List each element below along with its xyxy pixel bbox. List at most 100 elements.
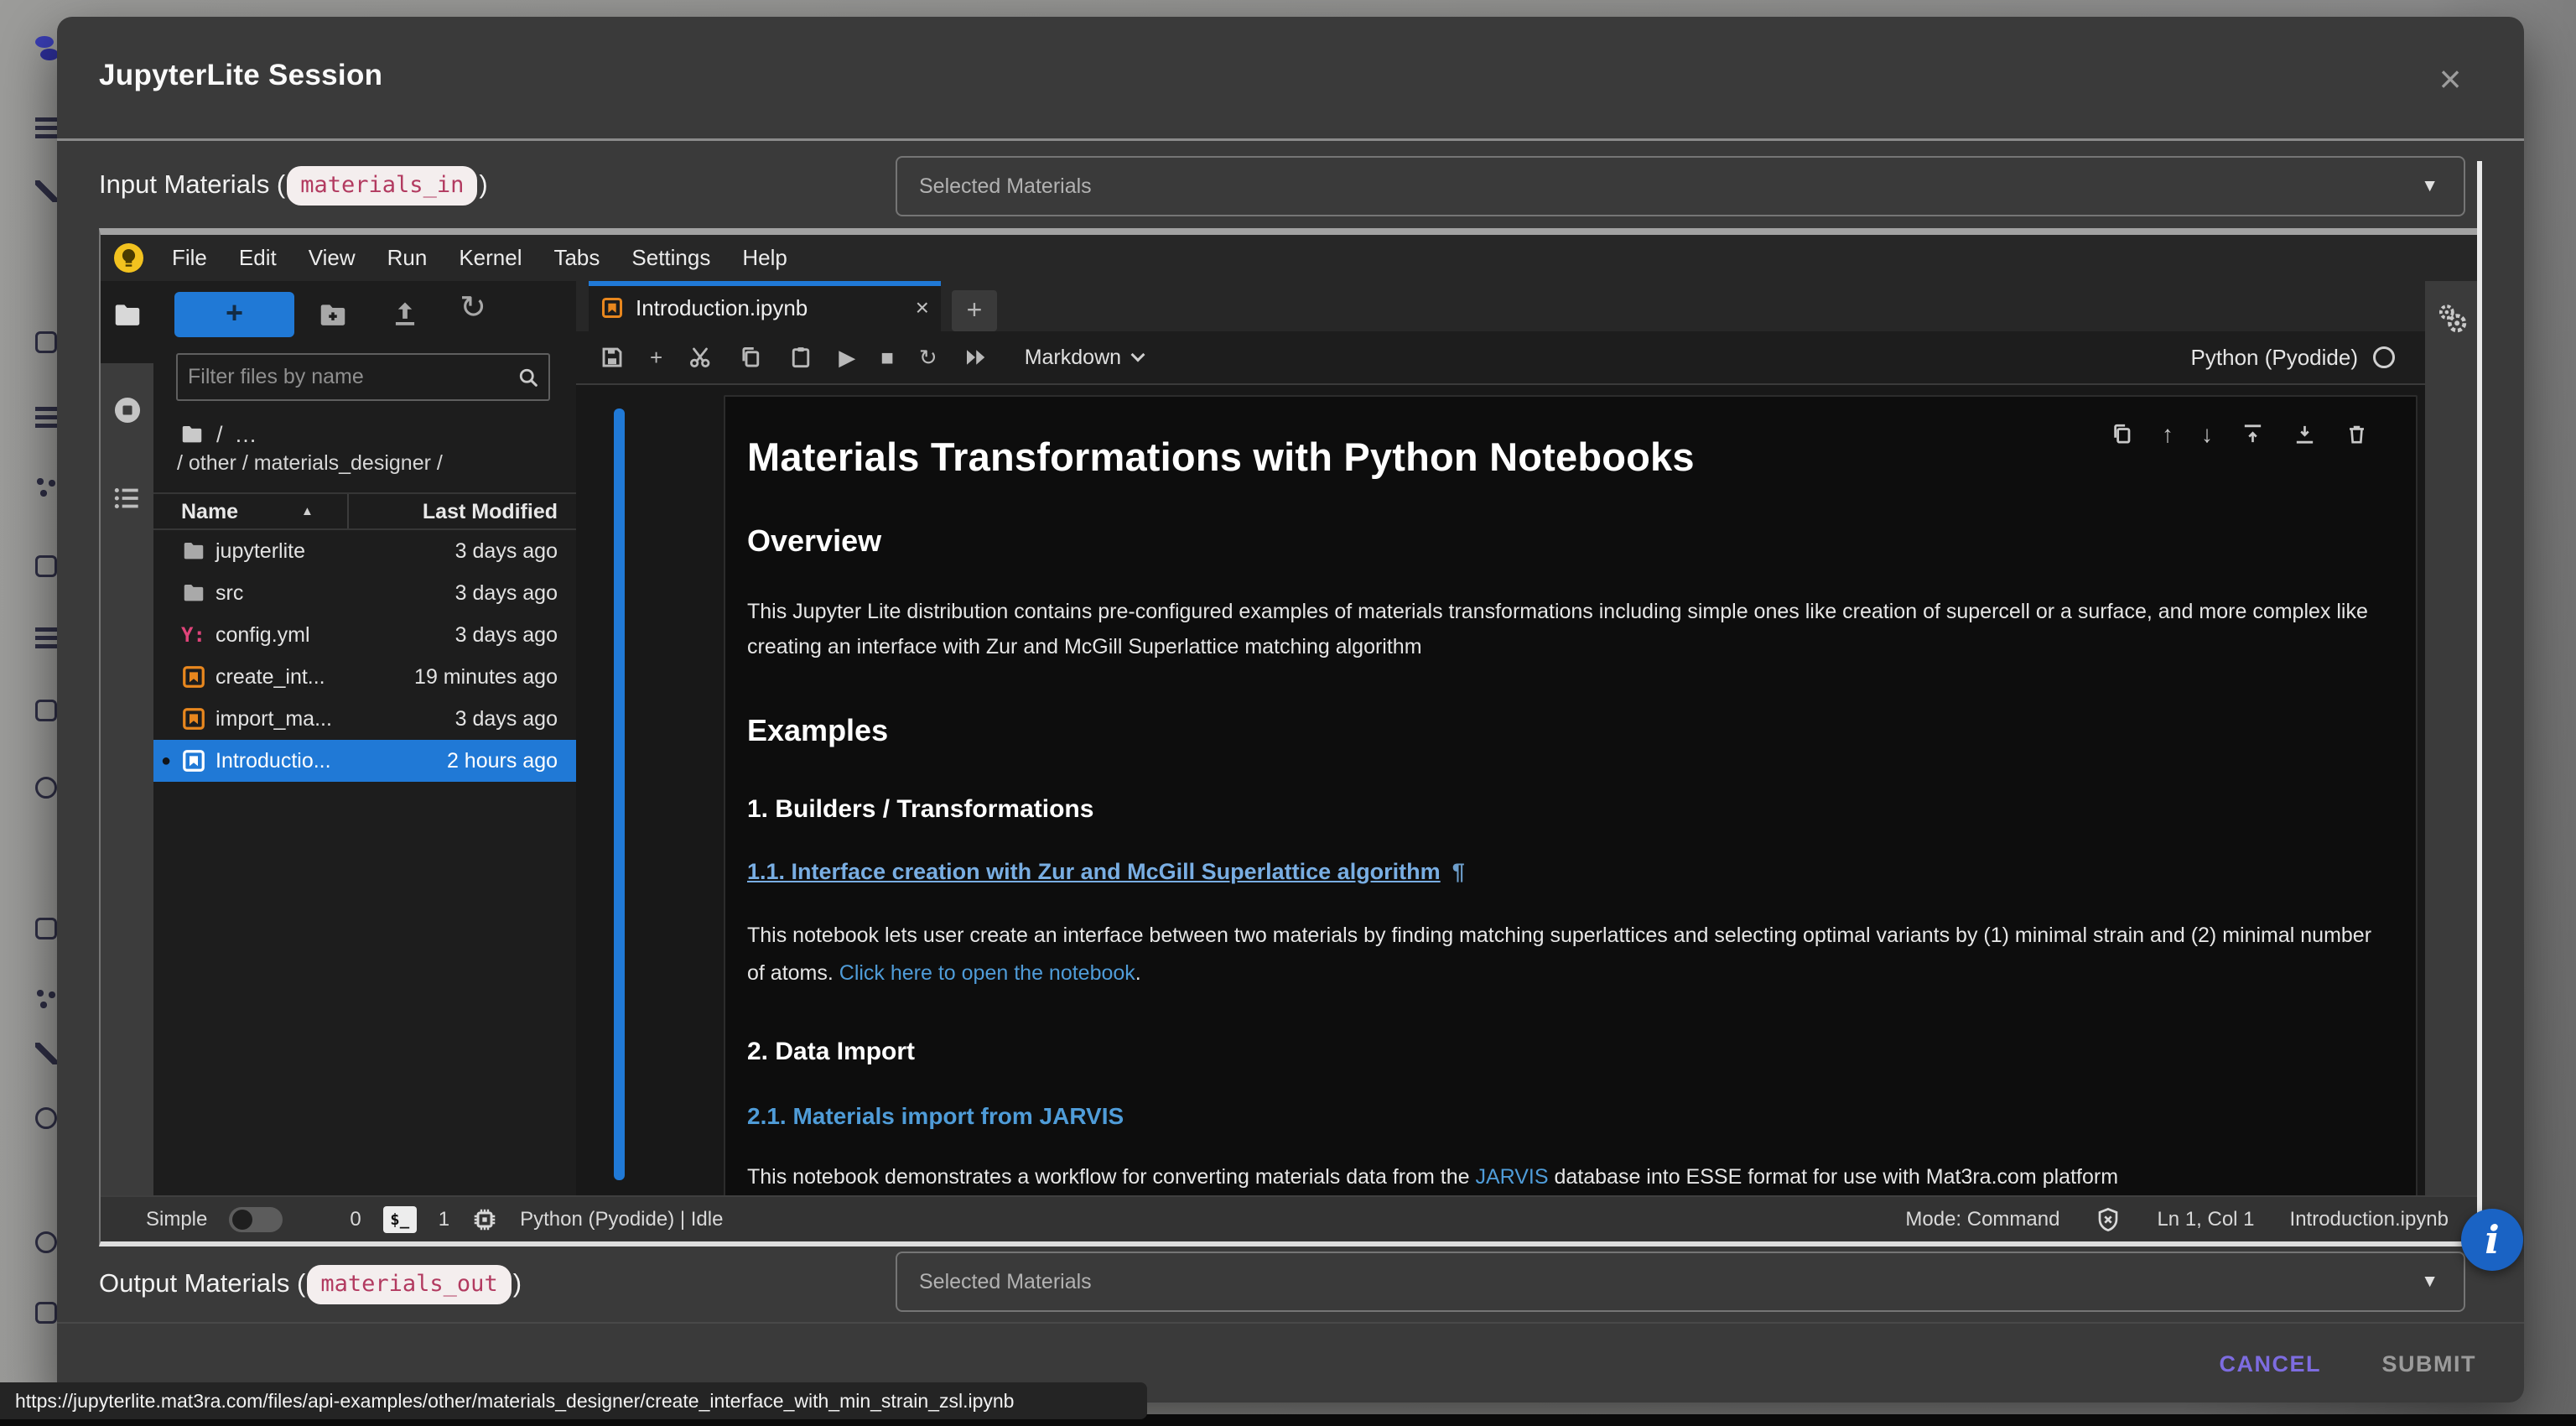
modal-scrollbar[interactable]: [2477, 161, 2482, 1242]
menu-run[interactable]: Run: [387, 245, 428, 271]
breadcrumb-root[interactable]: /: [216, 422, 223, 448]
app-atoms-icon[interactable]: [35, 476, 57, 498]
insert-cell-icon[interactable]: +: [650, 345, 662, 370]
delete-cell-icon[interactable]: [2345, 422, 2369, 446]
move-cell-up-icon[interactable]: ↑: [2162, 422, 2174, 446]
column-header-modified[interactable]: Last Modified: [423, 494, 558, 529]
app-list-icon[interactable]: [35, 407, 57, 429]
cell-type-select[interactable]: Markdown: [1025, 346, 1143, 370]
anchor-pilcrow[interactable]: ¶: [1452, 859, 1465, 884]
app-menu-icon[interactable]: [35, 117, 57, 139]
trust-shield-icon[interactable]: [2095, 1206, 2122, 1233]
menu-kernel[interactable]: Kernel: [459, 245, 522, 271]
simple-mode-toggle[interactable]: [229, 1207, 283, 1232]
insert-cell-above-icon[interactable]: [2241, 422, 2265, 446]
tab-introduction-ipynb[interactable]: Introduction.ipynb ×: [589, 281, 941, 331]
file-row-import-materials[interactable]: import_ma... 3 days ago: [153, 698, 576, 740]
app-table-icon[interactable]: [35, 918, 57, 939]
jarvis-link[interactable]: JARVIS: [1475, 1165, 1548, 1189]
file-row-jupyterlite[interactable]: jupyterlite 3 days ago: [153, 530, 576, 572]
cell-collapser-bar[interactable]: [614, 409, 625, 1180]
insert-cell-below-icon[interactable]: [2293, 422, 2317, 446]
column-header-name[interactable]: Name: [181, 494, 238, 529]
breadcrumb-ellipsis[interactable]: …: [235, 422, 257, 448]
kernel-name[interactable]: Python (Pyodide): [2191, 345, 2358, 371]
column-divider: [347, 494, 349, 528]
move-cell-down-icon[interactable]: ↓: [2201, 422, 2213, 446]
notebook-toolbar: + ▶ ■ ↻ Markdown Python (Pyodide): [576, 331, 2425, 385]
refresh-icon[interactable]: ↻: [457, 291, 489, 323]
file-row-create-interface[interactable]: create_int... 19 minutes ago: [153, 656, 576, 698]
status-filename[interactable]: Introduction.ipynb: [2290, 1208, 2449, 1231]
file-row-config-yml[interactable]: Y: config.yml 3 days ago: [153, 614, 576, 656]
save-icon[interactable]: [600, 345, 625, 370]
markdown-cell[interactable]: ↑ ↓ Materials Transformations with Pytho…: [724, 395, 2418, 1195]
jupyterlite-logo-icon: [114, 243, 143, 273]
new-tab-button[interactable]: +: [952, 290, 997, 331]
close-icon[interactable]: ×: [2425, 55, 2475, 106]
new-launcher-button[interactable]: +: [174, 292, 294, 337]
app-image-icon[interactable]: [35, 700, 57, 721]
tab-title: Introduction.ipynb: [636, 286, 808, 330]
info-button[interactable]: i: [2461, 1209, 2523, 1271]
input-materials-dropdown[interactable]: Selected Materials ▼: [896, 156, 2465, 216]
run-cell-icon[interactable]: ▶: [839, 345, 855, 370]
app-pen-icon[interactable]: [35, 1043, 57, 1064]
property-inspector-gears-icon[interactable]: [2434, 301, 2470, 336]
file-filter-input[interactable]: [188, 356, 506, 398]
terminals-count[interactable]: 0: [350, 1208, 361, 1231]
app-pin-icon[interactable]: [35, 180, 57, 202]
breadcrumb-path[interactable]: / other / materials_designer /: [177, 451, 443, 476]
breadcrumb-home-folder-icon[interactable]: [179, 422, 205, 447]
cursor-position[interactable]: Ln 1, Col 1: [2157, 1208, 2254, 1231]
duplicate-cell-icon[interactable]: [2110, 422, 2134, 446]
cancel-button[interactable]: CANCEL: [2220, 1324, 2322, 1403]
materials-in-chip: materials_in: [287, 166, 477, 206]
terminal-icon[interactable]: $_: [383, 1206, 417, 1233]
input-materials-label-suffix: ): [479, 169, 487, 199]
paste-cells-icon[interactable]: [788, 345, 813, 370]
file-row-src[interactable]: src 3 days ago: [153, 572, 576, 614]
file-row-introduction-selected[interactable]: ● Introductio... 2 hours ago: [153, 740, 576, 782]
stop-kernel-icon[interactable]: ■: [880, 345, 894, 370]
menu-tabs[interactable]: Tabs: [553, 245, 600, 271]
app-globe-icon[interactable]: [35, 1107, 57, 1129]
kernel-chip-icon[interactable]: [471, 1206, 498, 1233]
upload-icon[interactable]: [389, 298, 421, 330]
submit-button[interactable]: SUBMIT: [2382, 1324, 2477, 1403]
open-notebook-link[interactable]: Click here to open the notebook: [839, 961, 1135, 985]
sort-ascending-icon[interactable]: ▲: [301, 494, 314, 529]
kernel-status-icon[interactable]: [2373, 346, 2395, 368]
tab-close-icon[interactable]: ×: [916, 286, 929, 330]
kernels-count[interactable]: 1: [439, 1208, 449, 1231]
copy-cells-icon[interactable]: [738, 345, 763, 370]
notebook-icon: [181, 706, 206, 731]
jarvis-import-link[interactable]: 2.1. Materials import from JARVIS: [747, 1103, 1124, 1129]
new-folder-icon[interactable]: [317, 299, 349, 331]
menu-view[interactable]: View: [309, 245, 356, 271]
file-browser-tab-icon[interactable]: [112, 299, 143, 331]
output-materials-dropdown[interactable]: Selected Materials ▼: [896, 1252, 2465, 1312]
overview-paragraph: This Jupyter Lite distribution contains …: [747, 594, 2391, 664]
run-all-cells-icon[interactable]: [963, 345, 988, 370]
app-chart-icon[interactable]: [35, 627, 57, 649]
menu-help[interactable]: Help: [742, 245, 787, 271]
app-scatter-icon[interactable]: [35, 988, 57, 1010]
notebook-content: ↑ ↓ Materials Transformations with Pytho…: [576, 385, 2425, 1195]
menu-file[interactable]: File: [172, 245, 207, 271]
app-ellipse-icon[interactable]: [35, 777, 57, 799]
app-camera-icon[interactable]: [35, 1302, 57, 1324]
kernel-status-text[interactable]: Python (Pyodide) | Idle: [520, 1208, 723, 1231]
cut-cells-icon[interactable]: [688, 345, 713, 370]
table-of-contents-tab-icon[interactable]: [112, 482, 143, 514]
running-sessions-tab-icon[interactable]: [112, 394, 143, 426]
interface-creation-link[interactable]: 1.1. Interface creation with Zur and McG…: [747, 859, 1441, 884]
menu-edit[interactable]: Edit: [239, 245, 277, 271]
running-kernel-dot: ●: [161, 740, 171, 782]
app-about-icon[interactable]: [35, 1231, 57, 1253]
menu-settings[interactable]: Settings: [631, 245, 710, 271]
app-panel-icon[interactable]: [35, 331, 57, 353]
command-mode-indicator[interactable]: Mode: Command: [1905, 1208, 2059, 1231]
restart-kernel-icon[interactable]: ↻: [919, 345, 937, 370]
app-book-icon[interactable]: [35, 555, 57, 577]
